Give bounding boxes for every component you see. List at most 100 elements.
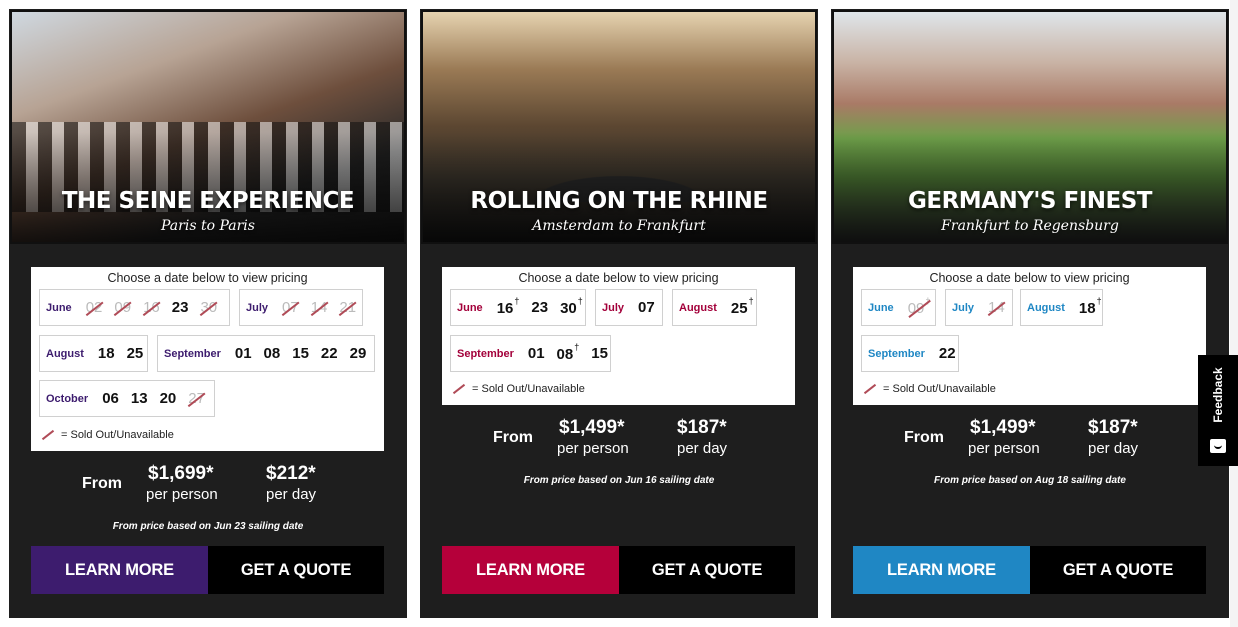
dagger-mark: † <box>748 295 754 306</box>
month-label: August <box>679 301 717 314</box>
month-july: July 14 <box>945 289 1013 326</box>
hero-image[interactable]: ROLLING ON THE RHINE Amsterdam to Frankf… <box>421 10 817 244</box>
month-label: July <box>246 301 269 314</box>
month-june: June 16† 23 30† <box>450 289 586 326</box>
legend-text: = Sold Out/Unavailable <box>61 429 174 441</box>
month-september: September 22 <box>861 335 959 372</box>
hero-image[interactable]: THE SEINE EXPERIENCE Paris to Paris <box>10 10 406 244</box>
date-option[interactable]: 13 <box>131 390 148 407</box>
date-prompt: Choose a date below to view pricing <box>107 271 308 285</box>
cruise-title: GERMANY'S FINEST <box>908 188 1153 214</box>
date-value: 08 <box>556 345 574 363</box>
cruise-card-seine: THE SEINE EXPERIENCE Paris to Paris Choo… <box>9 9 407 618</box>
date-selector: Choose a date below to view pricing June… <box>853 267 1206 405</box>
price-note: From price based on Jun 16 sailing date <box>523 475 715 486</box>
per-day-label: per day <box>677 440 728 457</box>
date-value: 25 <box>730 299 748 317</box>
month-october: October 06 13 20 27 <box>39 380 215 417</box>
date-option[interactable]: 20 <box>160 390 177 407</box>
date-option[interactable]: 07 <box>638 299 655 316</box>
price-per-day: $212* <box>266 463 316 484</box>
month-august: August 25† <box>672 289 757 326</box>
price-per-person: $1,699* <box>148 463 214 484</box>
learn-more-button[interactable]: LEARN MORE <box>853 546 1030 594</box>
date-option[interactable]: 23 <box>531 299 548 316</box>
date-option: 30 <box>200 299 218 316</box>
get-a-quote-button[interactable]: GET A QUOTE <box>1030 546 1206 594</box>
month-label: August <box>46 347 84 360</box>
date-option: 21 <box>339 299 357 316</box>
price-note: From price based on Aug 18 sailing date <box>934 475 1126 486</box>
month-label: July <box>602 301 625 314</box>
date-option: 14 <box>310 299 328 316</box>
sold-out-legend: = Sold Out/Unavailable <box>41 429 174 441</box>
price-per-person: $1,499* <box>970 417 1036 438</box>
sold-out-legend: = Sold Out/Unavailable <box>863 383 996 395</box>
price-per-day: $187* <box>1088 417 1138 438</box>
date-option[interactable]: 01 <box>528 345 545 362</box>
smiley-icon <box>1210 439 1226 453</box>
date-option[interactable]: 22 <box>939 345 956 362</box>
legend-text: = Sold Out/Unavailable <box>472 383 585 395</box>
month-label: June <box>457 301 483 314</box>
date-selector: Choose a date below to view pricing June… <box>31 267 384 451</box>
hero-image[interactable]: GERMANY'S FINEST Frankfurt to Regensburg <box>832 10 1228 244</box>
date-value: 18 <box>1078 299 1096 317</box>
slash-icon <box>41 429 55 441</box>
per-person-label: per person <box>968 440 1040 457</box>
legend-text: = Sold Out/Unavailable <box>883 383 996 395</box>
feedback-tab[interactable]: Feedback <box>1198 355 1238 466</box>
date-option[interactable]: 29 <box>350 345 367 362</box>
date-option[interactable]: 01 <box>235 345 252 362</box>
cruise-card-germany: GERMANY'S FINEST Frankfurt to Regensburg… <box>831 9 1229 618</box>
date-prompt: Choose a date below to view pricing <box>929 271 1130 285</box>
date-option[interactable]: 25† <box>730 295 754 317</box>
page-edge <box>1230 0 1238 627</box>
date-option: 14 <box>988 299 1005 316</box>
per-day-label: per day <box>266 486 317 503</box>
month-june: June 09† <box>861 289 936 326</box>
month-label: June <box>868 301 894 314</box>
date-option[interactable]: 23 <box>172 299 189 316</box>
date-selector: Choose a date below to view pricing June… <box>442 267 795 405</box>
per-day-label: per day <box>1088 440 1139 457</box>
date-option: 09 <box>114 299 132 316</box>
date-option: 07 <box>282 299 299 316</box>
get-a-quote-button[interactable]: GET A QUOTE <box>619 546 795 594</box>
month-label: September <box>164 347 221 360</box>
cruise-title: THE SEINE EXPERIENCE <box>61 188 355 214</box>
date-option[interactable]: 08 <box>264 345 281 362</box>
month-july: July 07 14 21 <box>239 289 363 326</box>
price-note: From price based on Jun 23 sailing date <box>112 521 304 532</box>
date-option: 09† <box>907 295 931 317</box>
cruise-route: Paris to Paris <box>161 218 255 234</box>
month-june: June 02 09 16 23 30 <box>39 289 230 326</box>
slash-icon <box>452 383 466 395</box>
date-value: 16 <box>496 299 514 317</box>
date-option[interactable]: 15 <box>591 345 608 362</box>
from-label: From <box>82 475 122 492</box>
date-option[interactable]: 18 <box>98 345 115 362</box>
date-option[interactable]: 30† <box>560 296 583 317</box>
sold-out-legend: = Sold Out/Unavailable <box>452 383 585 395</box>
month-july: July 07 <box>595 289 663 326</box>
learn-more-button[interactable]: LEARN MORE <box>442 546 619 594</box>
learn-more-button[interactable]: LEARN MORE <box>31 546 208 594</box>
date-option[interactable]: 08† <box>556 342 580 363</box>
date-option[interactable]: 22 <box>321 345 338 362</box>
month-label: October <box>46 392 89 405</box>
date-value: 30 <box>560 299 577 317</box>
get-a-quote-button[interactable]: GET A QUOTE <box>208 546 384 594</box>
dagger-mark: † <box>925 295 931 306</box>
date-option[interactable]: 18† <box>1078 296 1102 317</box>
date-option[interactable]: 06 <box>102 390 119 407</box>
month-label: June <box>46 301 72 314</box>
date-option[interactable]: 16† <box>496 296 520 317</box>
date-option[interactable]: 25 <box>127 345 144 362</box>
date-option[interactable]: 15 <box>292 345 309 362</box>
month-label: August <box>1027 301 1065 314</box>
cruise-route: Frankfurt to Regensburg <box>941 218 1119 234</box>
date-prompt: Choose a date below to view pricing <box>518 271 719 285</box>
price-per-person: $1,499* <box>559 417 625 438</box>
date-value: 09 <box>907 299 925 317</box>
